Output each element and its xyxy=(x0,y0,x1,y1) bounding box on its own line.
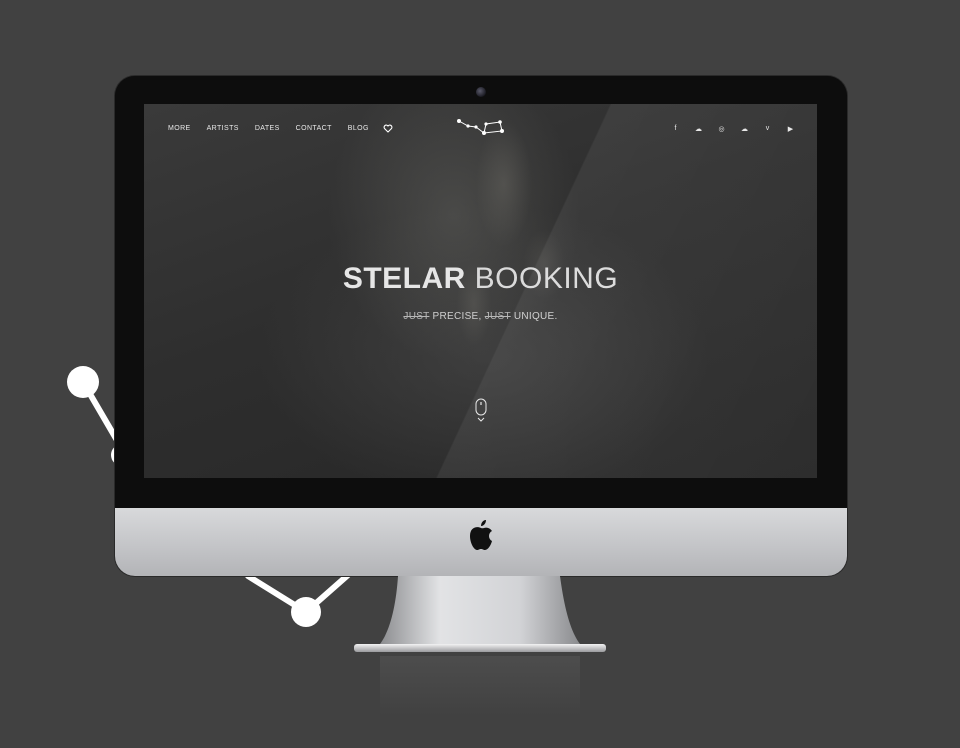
site-logo[interactable] xyxy=(456,118,508,136)
nav-item-more[interactable]: MORE xyxy=(168,125,191,132)
hero-title: STELAR BOOKING xyxy=(144,262,817,296)
website-screen: MORE ARTISTS DATES CONTACT BLOG f ☁ ◎ ☁ … xyxy=(144,104,817,478)
camera xyxy=(476,87,486,97)
apple-logo-icon xyxy=(470,520,492,550)
constellation-star xyxy=(291,597,321,627)
scroll-down-mouse-icon[interactable] xyxy=(474,398,488,424)
hero-title-light: BOOKING xyxy=(474,262,619,295)
youtube-icon[interactable]: ▶ xyxy=(786,124,795,133)
stand-reflection xyxy=(380,656,580,716)
imac-monitor: MORE ARTISTS DATES CONTACT BLOG f ☁ ◎ ☁ … xyxy=(115,76,847,576)
tagline-text: PRECISE, xyxy=(432,311,482,322)
constellation-star xyxy=(67,366,99,398)
heart-icon[interactable] xyxy=(383,124,393,133)
main-nav: MORE ARTISTS DATES CONTACT BLOG xyxy=(168,124,393,133)
social-links: f ☁ ◎ ☁ v ▶ xyxy=(657,124,795,133)
nav-item-dates[interactable]: DATES xyxy=(255,125,280,132)
hero-tagline: JUST PRECISE, JUST UNIQUE. xyxy=(144,311,817,322)
facebook-icon[interactable]: f xyxy=(671,124,680,133)
monitor-bezel: MORE ARTISTS DATES CONTACT BLOG f ☁ ◎ ☁ … xyxy=(115,76,847,508)
nav-item-artists[interactable]: ARTISTS xyxy=(207,125,239,132)
nav-item-contact[interactable]: CONTACT xyxy=(296,125,332,132)
monitor-stand xyxy=(354,576,606,652)
soundcloud-cloud-icon[interactable]: ☁ xyxy=(694,124,703,133)
instagram-icon[interactable]: ◎ xyxy=(717,124,726,133)
vimeo-icon[interactable]: v xyxy=(763,124,772,133)
hero-title-bold: STELAR xyxy=(342,262,466,295)
tagline-text: UNIQUE. xyxy=(513,311,558,322)
nav-item-blog[interactable]: BLOG xyxy=(348,125,369,132)
hero-background-image xyxy=(414,104,594,404)
tagline-strike: JUST xyxy=(484,311,511,322)
tagline-strike: JUST xyxy=(403,311,430,322)
soundcloud-icon[interactable]: ☁ xyxy=(740,124,749,133)
